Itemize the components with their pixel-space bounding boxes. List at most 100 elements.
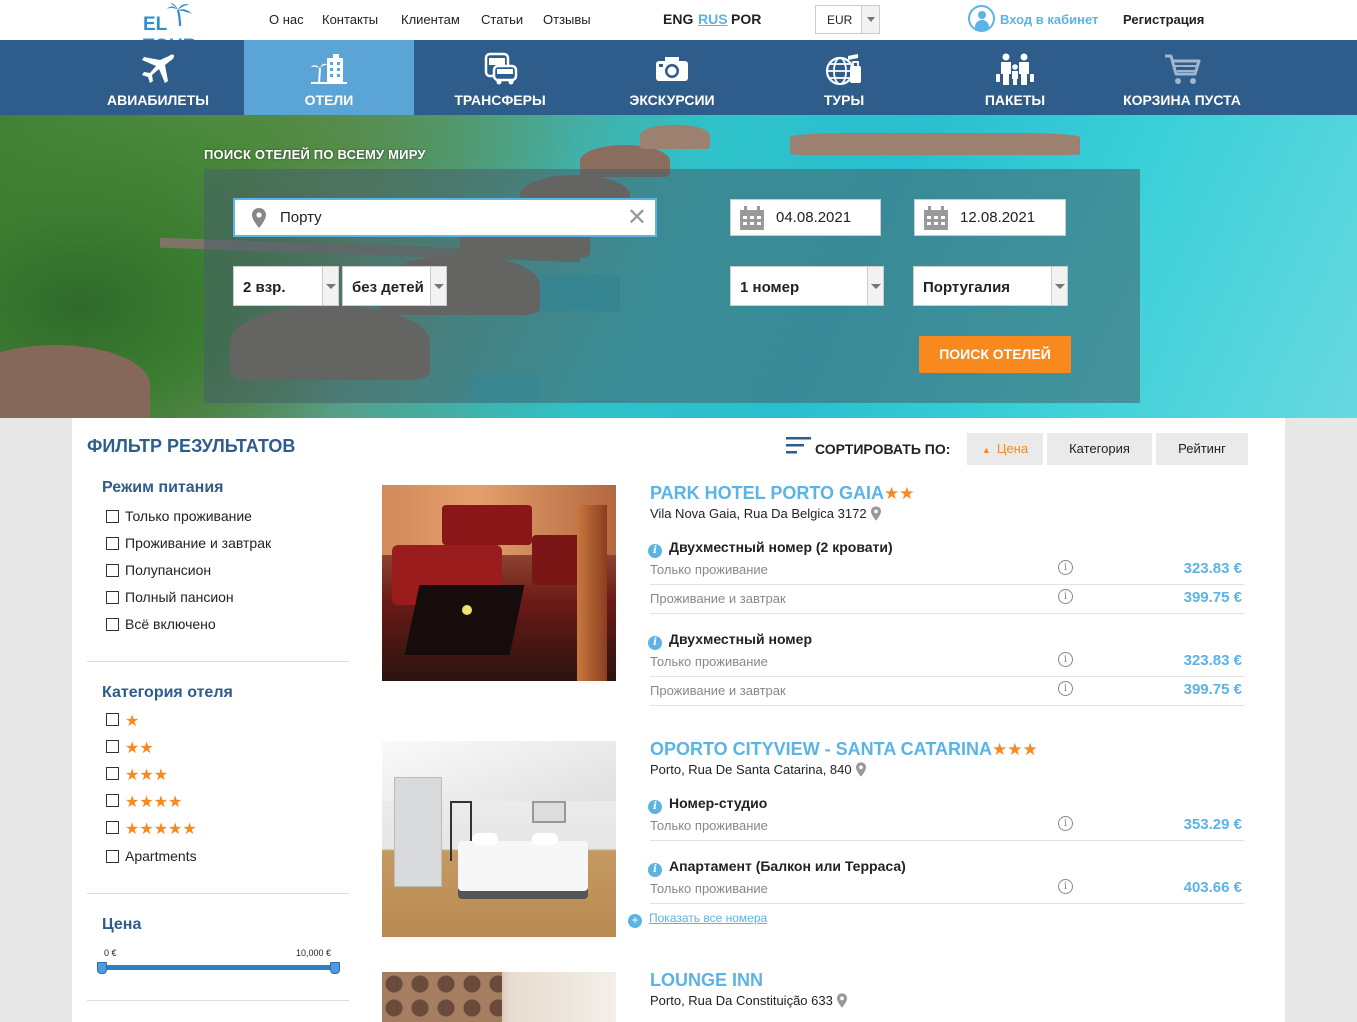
checkbox[interactable] [106, 767, 119, 780]
children-select[interactable]: без детей [342, 266, 447, 306]
hotel-photo[interactable] [382, 741, 616, 937]
hotel-name-text: Oporto Cityview - Santa Catarina [650, 739, 992, 759]
hotel-name[interactable]: Oporto Cityview - Santa Catarina★★★ [650, 739, 1038, 760]
globe-luggage-icon [825, 54, 861, 86]
hotel-name-text: Park Hotel Porto Gaia [650, 483, 885, 503]
price-range-track[interactable] [102, 965, 337, 970]
info-circle-icon[interactable]: i [1058, 589, 1073, 604]
info-circle-icon[interactable]: i [1058, 681, 1073, 696]
hotel-name[interactable]: Park Hotel Porto Gaia★★ [650, 483, 915, 504]
sort-by-price-button[interactable]: ▲ Цена [967, 433, 1043, 465]
hero-hut-row [790, 133, 1080, 155]
location-pin-icon [855, 762, 866, 777]
topnav-contacts[interactable]: Контакты [322, 12, 378, 27]
meal-plan: Только проживание [650, 562, 768, 577]
checkout-date-field[interactable]: 12.08.2021 [914, 199, 1066, 236]
checkbox[interactable] [106, 850, 119, 863]
chevron-down-icon [1051, 267, 1067, 305]
rate-price[interactable]: 323.83 € [1184, 652, 1242, 669]
checkbox[interactable] [106, 821, 119, 834]
checkout-value: 12.08.2021 [960, 209, 1036, 226]
checkin-date-field[interactable]: 04.08.2021 [730, 199, 881, 236]
topnav-about[interactable]: О нас [269, 12, 304, 27]
checkbox[interactable] [106, 713, 119, 726]
adults-select[interactable]: 2 взр. [233, 266, 339, 306]
info-circle-icon[interactable]: i [1058, 816, 1073, 831]
rate-row[interactable]: Только проживание i 403.66 € [650, 875, 1244, 904]
logo[interactable]: EL TOUR [140, 2, 220, 57]
topnav-reviews[interactable]: Отзывы [543, 12, 591, 27]
checkin-value: 04.08.2021 [776, 209, 852, 226]
rate-price[interactable]: 399.75 € [1184, 589, 1242, 606]
star-rating: ★★★ [125, 767, 169, 784]
meal-option-label: Полный пансион [125, 589, 234, 605]
hotel-address: Porto, Rua De Santa Catarina, 840 [650, 762, 866, 777]
meal-plan: Только проживание [650, 881, 768, 896]
checkbox[interactable] [106, 740, 119, 753]
price-max-handle[interactable] [330, 962, 340, 974]
rate-row[interactable]: Только проживание i 353.29 € [650, 812, 1244, 841]
nav-tab-cart[interactable]: Корзина пуста [1100, 40, 1264, 115]
sort-by-category-button[interactable]: Категория [1047, 433, 1152, 465]
camera-icon [656, 57, 688, 81]
star-rating: ★ [125, 713, 140, 730]
adults-value: 2 взр. [243, 279, 286, 296]
lang-eng[interactable]: ENG [663, 11, 693, 27]
location-pin-icon [252, 208, 266, 228]
currency-select[interactable]: EUR [815, 5, 880, 34]
nav-tab-excursions[interactable]: Экскурсии [586, 40, 758, 115]
star-rating: ★★ [125, 740, 154, 757]
apartments-label: Apartments [125, 848, 197, 864]
topnav-clients[interactable]: Клиентам [401, 12, 460, 27]
hotel-icon [311, 54, 347, 85]
hotel-stars: ★★ [884, 484, 915, 503]
destination-field[interactable]: Порту ✕ [233, 198, 657, 237]
rate-price[interactable]: 323.83 € [1184, 560, 1242, 577]
country-value: Португалия [923, 279, 1011, 296]
rate-price[interactable]: 399.75 € [1184, 681, 1242, 698]
rate-price[interactable]: 353.29 € [1184, 816, 1242, 833]
price-min-handle[interactable] [97, 962, 107, 974]
lang-rus[interactable]: RUS [698, 11, 728, 27]
info-circle-icon[interactable]: i [1058, 652, 1073, 667]
rate-price[interactable]: 403.66 € [1184, 879, 1242, 896]
rooms-select[interactable]: 1 номер [730, 266, 884, 306]
meal-option-label: Проживание и завтрак [125, 535, 272, 551]
checkbox[interactable] [106, 591, 119, 604]
clear-icon[interactable]: ✕ [627, 206, 647, 230]
checkbox[interactable] [106, 794, 119, 807]
register-link[interactable]: Регистрация [1123, 12, 1204, 27]
cart-icon [1165, 54, 1201, 84]
hotel-photo[interactable] [382, 972, 616, 1022]
nav-tab-transfers[interactable]: Трансферы [414, 40, 586, 115]
price-min-label: 0 € [104, 948, 117, 958]
info-circle-icon[interactable]: i [1058, 560, 1073, 575]
nav-tab-flights[interactable]: Авиабилеты [72, 40, 244, 115]
sort-by-rating-button[interactable]: Рейтинг [1156, 433, 1248, 465]
rate-row[interactable]: Только проживание i 323.83 € [650, 648, 1244, 677]
nav-tab-label: Пакеты [984, 92, 1046, 108]
hero-hut [0, 345, 150, 418]
checkbox[interactable] [106, 564, 119, 577]
hotel-photo[interactable] [382, 485, 616, 681]
search-hotels-button[interactable]: Поиск отелей [919, 336, 1071, 373]
price-filter-title: Цена [102, 916, 142, 933]
rate-row[interactable]: Только проживание i 323.83 € [650, 556, 1244, 585]
rate-row[interactable]: Проживание и завтрак i 399.75 € [650, 677, 1244, 706]
checkbox[interactable] [106, 510, 119, 523]
checkbox[interactable] [106, 618, 119, 631]
nav-tab-tours[interactable]: Туры [758, 40, 930, 115]
children-value: без детей [352, 279, 424, 296]
sort-option-label: Цена [996, 441, 1029, 456]
hero-hut [640, 125, 710, 149]
hotel-name[interactable]: Lounge Inn [650, 970, 763, 991]
nav-tab-packages[interactable]: Пакеты [930, 40, 1100, 115]
show-all-rooms-link[interactable]: + Показать все номера [628, 911, 767, 928]
topnav-articles[interactable]: Статьи [481, 12, 523, 27]
lang-por[interactable]: POR [731, 11, 761, 27]
info-circle-icon[interactable]: i [1058, 879, 1073, 894]
rate-row[interactable]: Проживание и завтрак i 399.75 € [650, 585, 1244, 614]
checkbox[interactable] [106, 537, 119, 550]
country-select[interactable]: Португалия [913, 266, 1068, 306]
chevron-down-icon [430, 267, 446, 305]
